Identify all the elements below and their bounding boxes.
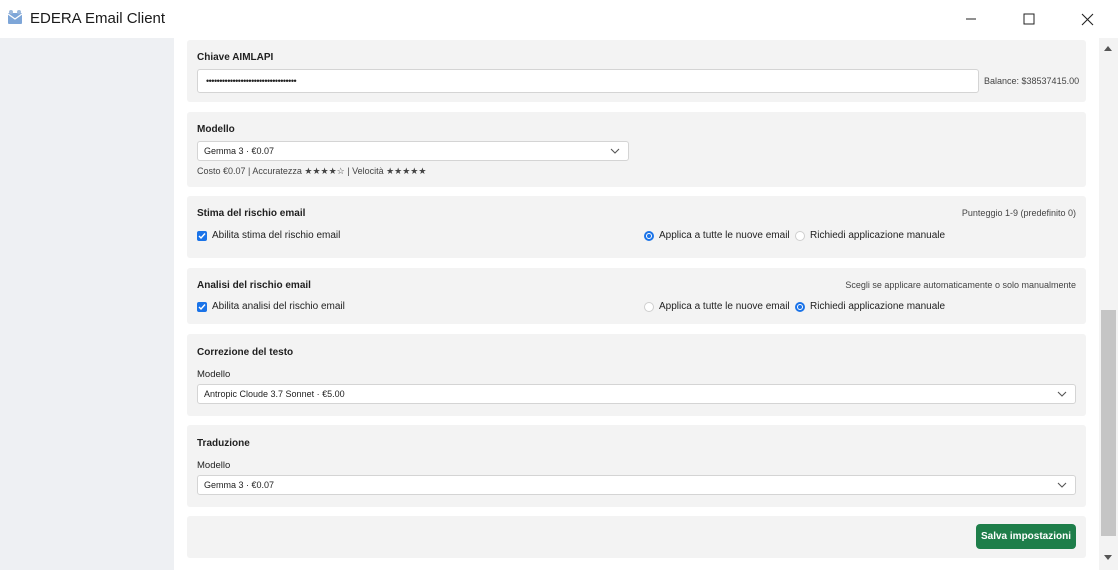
close-button[interactable]	[1058, 0, 1116, 38]
model-select[interactable]: Gemma 3 · €0.07	[197, 141, 629, 161]
risk-estimation-card: Stima del rischio email Punteggio 1-9 (p…	[187, 196, 1086, 258]
translation-card: Traduzione Modello Gemma 3 · €0.07	[187, 425, 1086, 507]
actions-card: Salva impostazioni	[187, 516, 1086, 558]
risk-estimation-radio-manual[interactable]	[795, 231, 805, 241]
text-correction-model-label: Modello	[197, 369, 231, 380]
scroll-down-icon[interactable]	[1103, 554, 1113, 562]
chevron-down-icon	[610, 148, 620, 154]
risk-estimation-hint: Punteggio 1-9 (predefinito 0)	[961, 208, 1076, 218]
risk-analysis-checkbox[interactable]	[197, 302, 207, 312]
checkmark-icon	[198, 304, 206, 311]
balance-text: Balance: $38537415.00	[984, 76, 1080, 86]
window-title: EDERA Email Client	[30, 10, 166, 27]
title-bar: EDERA Email Client	[0, 0, 1118, 38]
risk-analysis-card: Analisi del rischio email Scegli se appl…	[187, 268, 1086, 324]
checkmark-icon	[198, 233, 206, 240]
model-card: Modello Gemma 3 · €0.07 Costo €0.07 | Ac…	[187, 112, 1086, 187]
scrollbar-thumb[interactable]	[1101, 310, 1116, 536]
risk-estimation-radio-manual-label: Richiedi applicazione manuale	[810, 230, 946, 241]
risk-analysis-radio-auto-label: Applica a tutte le nuove email	[659, 301, 790, 312]
text-correction-model-select[interactable]: Antropic Cloude 3.7 Sonnet · €5.00	[197, 384, 1076, 404]
maximize-button[interactable]	[1000, 0, 1058, 38]
risk-analysis-checkbox-label: Abilita analisi del rischio email	[212, 301, 345, 312]
close-icon	[1081, 13, 1093, 25]
settings-content: Chiave AIMLAPI •••••••••••••••••••••••••…	[174, 38, 1099, 570]
scroll-up-icon[interactable]	[1103, 44, 1113, 52]
api-key-input[interactable]: ••••••••••••••••••••••••••••••••••	[197, 69, 979, 93]
text-correction-title: Correzione del testo	[197, 347, 294, 358]
risk-estimation-radio-auto[interactable]	[644, 231, 654, 241]
translation-title: Traduzione	[197, 438, 250, 449]
chevron-down-icon	[1057, 391, 1067, 397]
minimize-button[interactable]	[942, 0, 1000, 38]
translation-model-select[interactable]: Gemma 3 · €0.07	[197, 475, 1076, 495]
risk-analysis-radio-manual[interactable]	[795, 302, 805, 312]
risk-analysis-hint: Scegli se applicare automaticamente o so…	[845, 280, 1076, 290]
risk-analysis-radio-manual-label: Richiedi applicazione manuale	[810, 301, 946, 312]
translation-model-value: Gemma 3 · €0.07	[204, 480, 275, 490]
risk-estimation-radio-auto-label: Applica a tutte le nuove email	[659, 230, 790, 241]
text-correction-card: Correzione del testo Modello Antropic Cl…	[187, 334, 1086, 416]
text-correction-model-value: Antropic Cloude 3.7 Sonnet · €5.00	[204, 389, 345, 399]
risk-estimation-checkbox[interactable]	[197, 231, 207, 241]
risk-estimation-title: Stima del rischio email	[197, 208, 306, 219]
api-key-title: Chiave AIMLAPI	[197, 52, 274, 63]
api-key-value: ••••••••••••••••••••••••••••••••••	[206, 76, 297, 86]
chevron-down-icon	[1057, 482, 1067, 488]
translation-model-label: Modello	[197, 460, 231, 471]
risk-estimation-checkbox-label: Abilita stima del rischio email	[212, 230, 341, 241]
model-title: Modello	[197, 124, 235, 135]
risk-analysis-radio-auto[interactable]	[644, 302, 654, 312]
sidebar	[0, 38, 174, 570]
app-logo-icon	[7, 10, 23, 24]
save-settings-button[interactable]: Salva impostazioni	[976, 524, 1076, 549]
model-select-value: Gemma 3 · €0.07	[204, 146, 275, 156]
minimize-icon	[966, 18, 976, 20]
api-key-card: Chiave AIMLAPI •••••••••••••••••••••••••…	[187, 40, 1086, 102]
model-info: Costo €0.07 | Accuratezza ★★★★☆ | Veloci…	[197, 166, 427, 176]
maximize-icon	[1023, 13, 1035, 25]
risk-analysis-title: Analisi del rischio email	[197, 280, 311, 291]
